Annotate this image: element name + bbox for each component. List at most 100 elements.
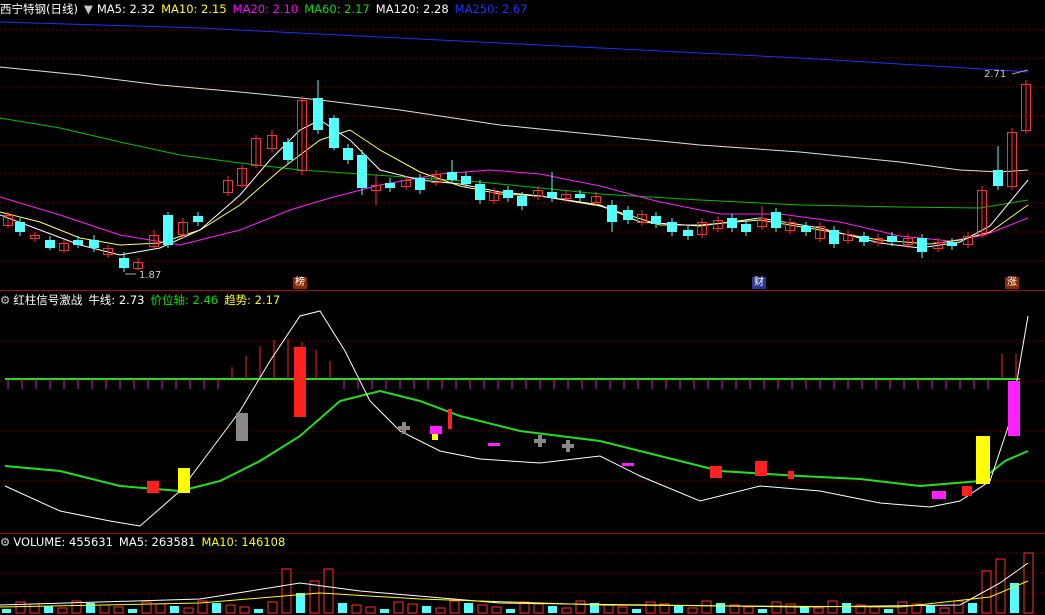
volume-bar [617,606,628,614]
signal-block [710,466,722,478]
signal-block [294,347,306,417]
event-marker-3[interactable]: 涨 [1005,277,1019,289]
event-marker-2[interactable]: 财 [752,277,766,289]
signal-block [236,413,248,441]
volume-bar [701,600,712,614]
candle-body [607,205,617,222]
candle-body [461,176,471,184]
volume-bar [687,607,698,614]
candle-body [829,230,839,244]
low-price-label: 1.87 [139,270,162,281]
volume-bar [170,606,179,613]
volume-bar [323,568,334,614]
volume-bar [491,606,502,614]
price-panel[interactable]: 西宁特钢(日线) ▼ MA5: 2.32 MA10: 2.15 MA20: 2.10 MA… [0,0,1045,291]
signal-block [932,491,946,499]
volume-panel[interactable]: ⚙ VOLUME: 455631 MA5: 263581 MA10: 146108 [0,533,1045,615]
volume-bar [939,607,950,614]
volume-bar [603,604,614,614]
candle-body [415,178,425,190]
volume-bar [128,609,137,613]
ma-legend-item-4: MA120: 2.28 [375,2,449,16]
volume-bar [380,609,389,613]
signal-block [448,409,452,429]
candle-body [683,230,693,236]
candle-body [89,240,99,248]
volume-bar [338,603,347,613]
ma-legend-item-2: MA20: 2.10 [232,2,299,16]
candle-body [45,240,55,248]
candle-body [163,215,173,245]
high-price-label: 2.71 [984,69,1007,80]
ma-legend-item-0: MA5: 2.32 [96,2,156,16]
volume-bar [632,609,641,613]
candle-body [801,226,811,232]
candle-body [329,118,339,148]
volume-bar [897,601,908,614]
volume-bar [884,609,893,613]
signal-block [430,426,442,434]
collapse-icon[interactable]: ▼ [84,2,93,16]
candle-body [993,170,1003,186]
settings-icon[interactable]: ⚙ [0,293,10,307]
candle-body [385,183,395,188]
candle-body [771,212,781,228]
volume-bar [449,600,460,614]
volume-bar [113,606,124,614]
indicator-legend-item-0: 牛线: 2.73 [88,293,145,307]
candle-body [947,242,957,246]
candle-body [475,184,485,200]
volume-bar [239,606,250,614]
indicator-panel[interactable]: ⚙ 红柱信号激战 牛线: 2.73 价位轴: 2.46 趋势: 2.17 [0,291,1045,533]
volume-bar [2,609,11,613]
candlestick-chart[interactable] [0,0,1045,291]
volume-bar [785,603,796,614]
volume-bar [212,603,221,613]
indicator-chart[interactable] [0,291,1045,533]
indicator-legend-item-1: 价位轴: 2.46 [150,293,219,307]
volume-bar [464,603,473,613]
ma250-line [0,21,1029,73]
signal-block [962,486,972,496]
indicator-legend-item-2: 趋势: 2.17 [224,293,281,307]
indicator-header: ⚙ 红柱信号激战 牛线: 2.73 价位轴: 2.46 趋势: 2.17 [0,291,1045,309]
volume-bar [44,606,53,613]
volume-bar [477,604,488,614]
ma10-line [0,129,1029,246]
volume-bar [351,604,362,614]
volume-bar [645,601,656,614]
volume-bar [225,604,236,614]
signal-block [147,481,159,493]
volume-bar [1023,552,1034,614]
candle-body [667,222,677,232]
volume-bar [561,607,572,614]
settings-icon[interactable]: ⚙ [0,535,10,549]
candle-body [283,142,293,160]
vol-ma5-line [0,562,1029,608]
bull-line [4,310,1029,527]
price-header: 西宁特钢(日线) ▼ MA5: 2.32 MA10: 2.15 MA20: 2.10 MA… [0,0,1045,18]
event-marker-1[interactable]: 榜 [293,277,307,289]
candle-body [313,98,323,130]
volume-bar [771,601,782,614]
volume-bar [422,606,431,613]
stock-title: 西宁特钢(日线) [0,2,78,16]
candle-body [887,236,897,242]
volume-bar [548,606,557,613]
volume-bar [758,609,767,613]
indicator-title: 红柱信号激战 [13,293,83,307]
ma-legend-item-5: MA250: 2.67 [454,2,528,16]
candle-body [917,238,927,252]
volume-bar [674,606,683,613]
signal-block [432,434,438,440]
signal-block [178,468,190,493]
candle-body [119,258,129,268]
price-axis-line [4,389,1029,493]
volume-bar [365,606,376,614]
volume-bar [716,603,725,613]
volume-bar [533,603,544,614]
signal-block [1008,381,1020,436]
candle-body [651,216,661,224]
volume-bar [15,601,26,614]
volume-bar [99,604,110,614]
